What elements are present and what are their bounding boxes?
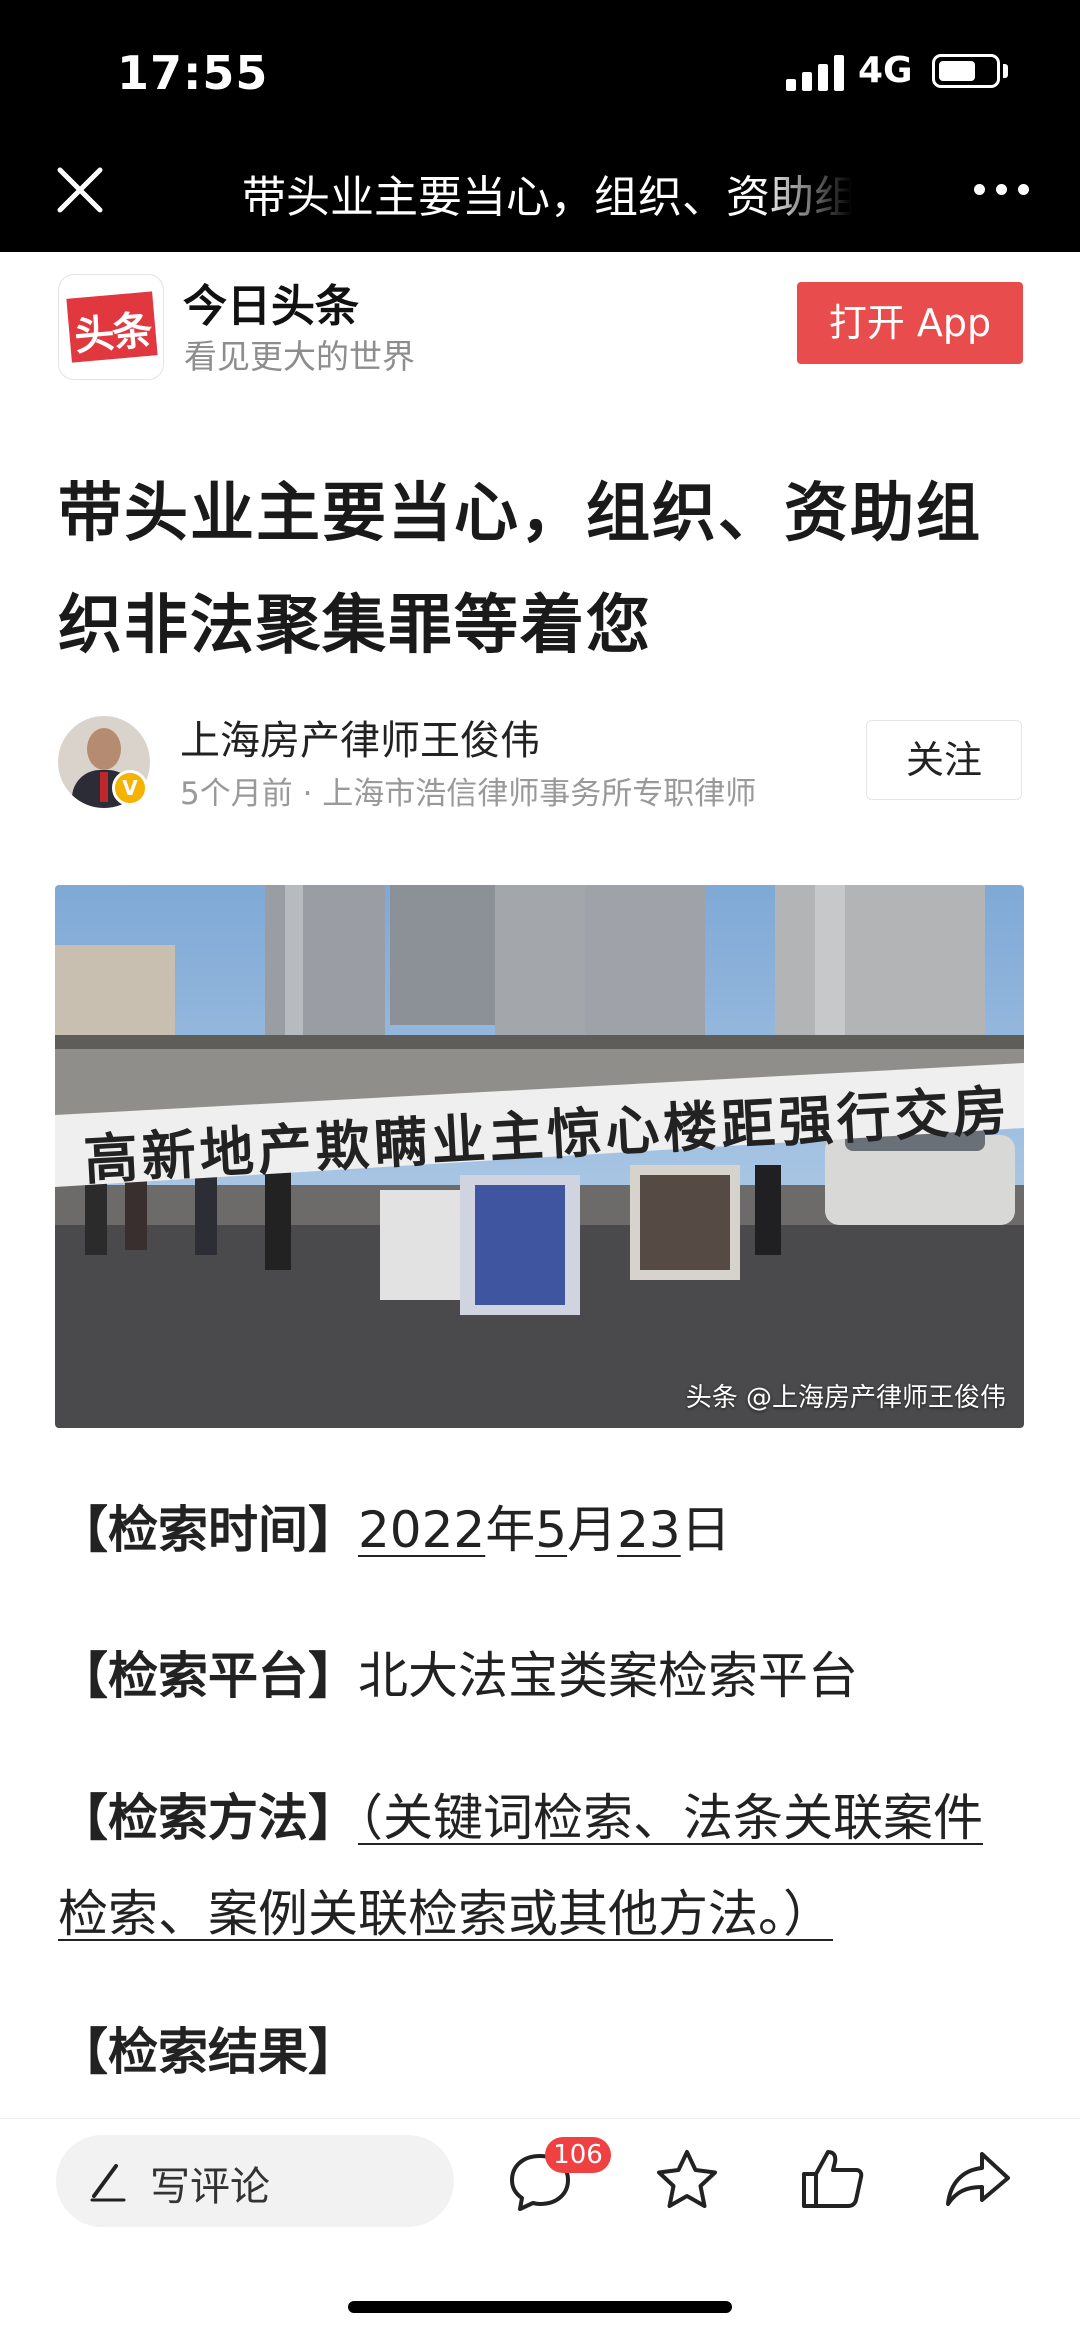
nav-title: 带头业主要当心，组织、资助组织非法聚集罪等着您: [242, 172, 852, 221]
paragraph-search-time: 【检索时间】2022年5月23日: [58, 1501, 731, 1559]
battery-icon: [932, 54, 1000, 88]
author-meta: 5个月前 · 上海市浩信律师事务所专职律师: [180, 776, 757, 812]
home-indicator[interactable]: [348, 2301, 732, 2313]
signal-icon: [786, 55, 846, 91]
paragraph-search-result: 【检索结果】: [58, 2023, 358, 2081]
article-title: 带头业主要当心，组织、资助组织非法聚集罪等着您: [58, 477, 982, 663]
network-type: 4G: [858, 50, 913, 91]
image-watermark: 头条 @上海房产律师王俊伟: [685, 1383, 1006, 1413]
comment-placeholder[interactable]: 写评论: [150, 2154, 270, 2212]
more-icon[interactable]: [972, 180, 1032, 200]
verified-badge: V: [112, 770, 148, 806]
pen-icon: [88, 2160, 128, 2204]
status-time: 17:55: [117, 46, 269, 100]
app-name: 今日头条: [183, 281, 359, 332]
author-name[interactable]: 上海房产律师王俊伟: [180, 708, 540, 766]
open-app-button[interactable]: 打开 App: [797, 282, 1023, 364]
app-slogan: 看见更大的世界: [184, 337, 415, 376]
battery-tip: [1003, 64, 1008, 78]
paragraph-search-method: 【检索方法】（关键词检索、法条关联案件检索、案例关联检索或其他方法。）: [58, 1789, 983, 1943]
comment-count-badge: 106: [545, 2137, 611, 2173]
share-icon[interactable]: [942, 2142, 1014, 2214]
follow-button[interactable]: 关注: [866, 720, 1022, 800]
close-icon[interactable]: [50, 160, 110, 220]
star-icon[interactable]: [651, 2144, 723, 2216]
article-image[interactable]: 高新地产欺瞒业主惊心楼距强行交房 头条 @上海房产律师王俊伟: [55, 885, 1024, 1428]
like-icon[interactable]: [796, 2142, 868, 2214]
paragraph-search-platform: 【检索平台】北大法宝类案检索平台: [58, 1647, 858, 1705]
app-logo[interactable]: 头条: [58, 274, 164, 380]
